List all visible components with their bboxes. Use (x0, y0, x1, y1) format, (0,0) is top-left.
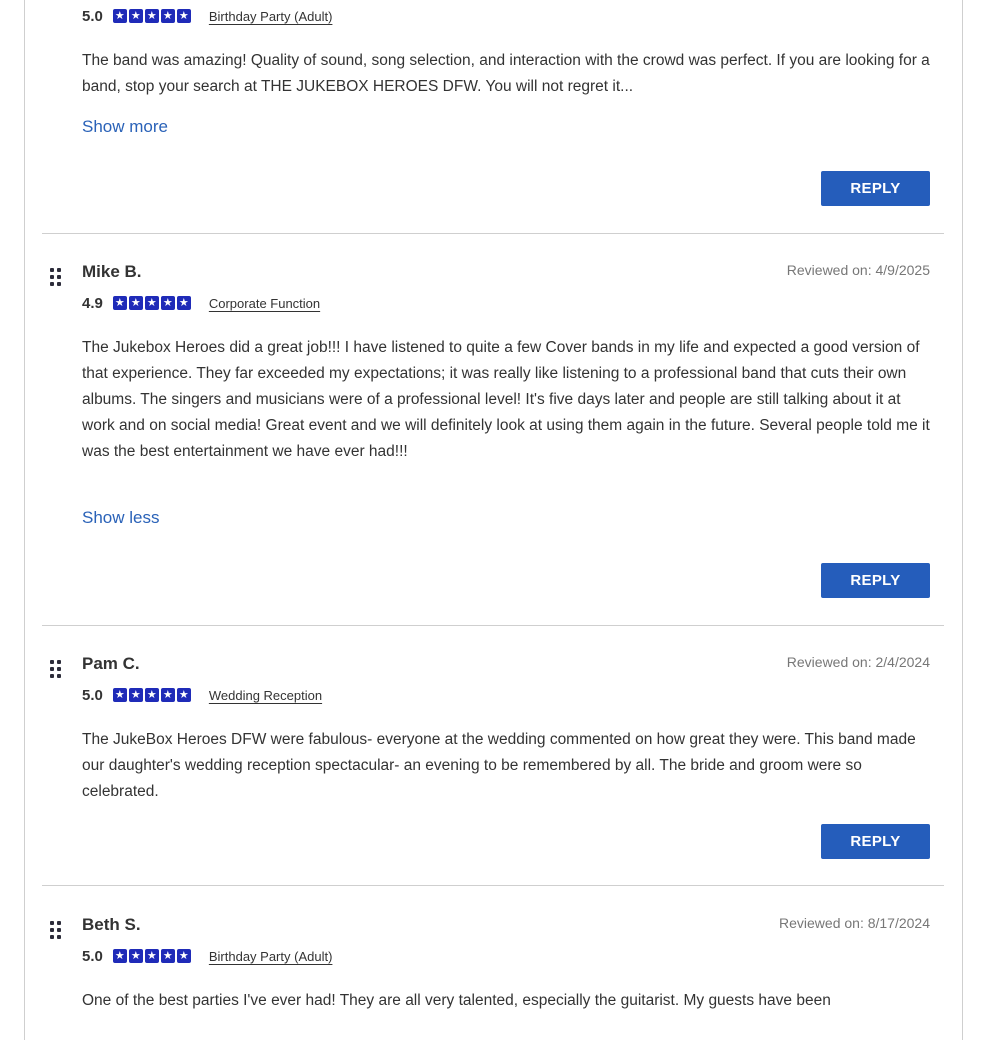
review-date: Reviewed on: 2/4/2024 (786, 654, 930, 670)
star-icon (144, 295, 159, 311)
star-icon (128, 687, 143, 703)
divider (42, 233, 944, 234)
rating-score: 5.0 (82, 7, 103, 25)
rating-score: 4.9 (82, 294, 103, 312)
star-icon (112, 687, 127, 703)
reviewer-name: Pam C. (82, 654, 140, 673)
star-icon (128, 295, 143, 311)
star-rating (112, 687, 191, 703)
drag-handle-icon[interactable] (50, 921, 62, 939)
rating-score: 5.0 (82, 947, 103, 965)
star-icon (176, 8, 191, 24)
drag-handle-icon[interactable] (50, 268, 62, 286)
star-icon (176, 295, 191, 311)
star-icon (160, 687, 175, 703)
review-text: One of the best parties I've ever had! T… (82, 992, 831, 1009)
event-type-link[interactable]: Corporate Function (209, 296, 320, 311)
rating-row: 5.0 Birthday Party (Adult) (82, 6, 332, 26)
star-icon (128, 948, 143, 964)
star-icon (160, 948, 175, 964)
star-icon (112, 295, 127, 311)
reviewer-name: Mike B. (82, 262, 142, 281)
star-icon (144, 8, 159, 24)
star-icon (160, 295, 175, 311)
rating-row: 5.0 Birthday Party (Adult) (82, 946, 332, 966)
divider (42, 885, 944, 886)
star-icon (176, 948, 191, 964)
reviewer-name: Beth S. (82, 915, 141, 934)
reply-button[interactable]: REPLY (821, 563, 930, 598)
review-date: Reviewed on: 8/17/2024 (779, 915, 930, 931)
rating-score: 5.0 (82, 686, 103, 704)
reviews-panel (24, 0, 963, 1040)
star-rating (112, 948, 191, 964)
star-icon (176, 687, 191, 703)
review-text: The band was amazing! Quality of sound, … (82, 52, 930, 95)
review-date: Reviewed on: 4/9/2025 (786, 262, 930, 278)
divider (42, 625, 944, 626)
rating-row: 4.9 Corporate Function (82, 293, 320, 313)
star-icon (112, 948, 127, 964)
review-text: The Jukebox Heroes did a great job!!! I … (82, 339, 930, 460)
star-icon (128, 8, 143, 24)
reply-button[interactable]: REPLY (821, 171, 930, 206)
show-less-link[interactable]: Show less (82, 508, 159, 528)
star-icon (112, 8, 127, 24)
event-type-link[interactable]: Wedding Reception (209, 688, 322, 703)
star-rating (112, 8, 191, 24)
event-type-link[interactable]: Birthday Party (Adult) (209, 9, 333, 24)
show-more-link[interactable]: Show more (82, 117, 168, 137)
rating-row: 5.0 Wedding Reception (82, 685, 322, 705)
drag-handle-icon[interactable] (50, 660, 62, 678)
event-type-link[interactable]: Birthday Party (Adult) (209, 949, 333, 964)
review-text: The JukeBox Heroes DFW were fabulous- ev… (82, 731, 916, 800)
star-icon (160, 8, 175, 24)
star-icon (144, 687, 159, 703)
star-icon (144, 948, 159, 964)
star-rating (112, 295, 191, 311)
reply-button[interactable]: REPLY (821, 824, 930, 859)
